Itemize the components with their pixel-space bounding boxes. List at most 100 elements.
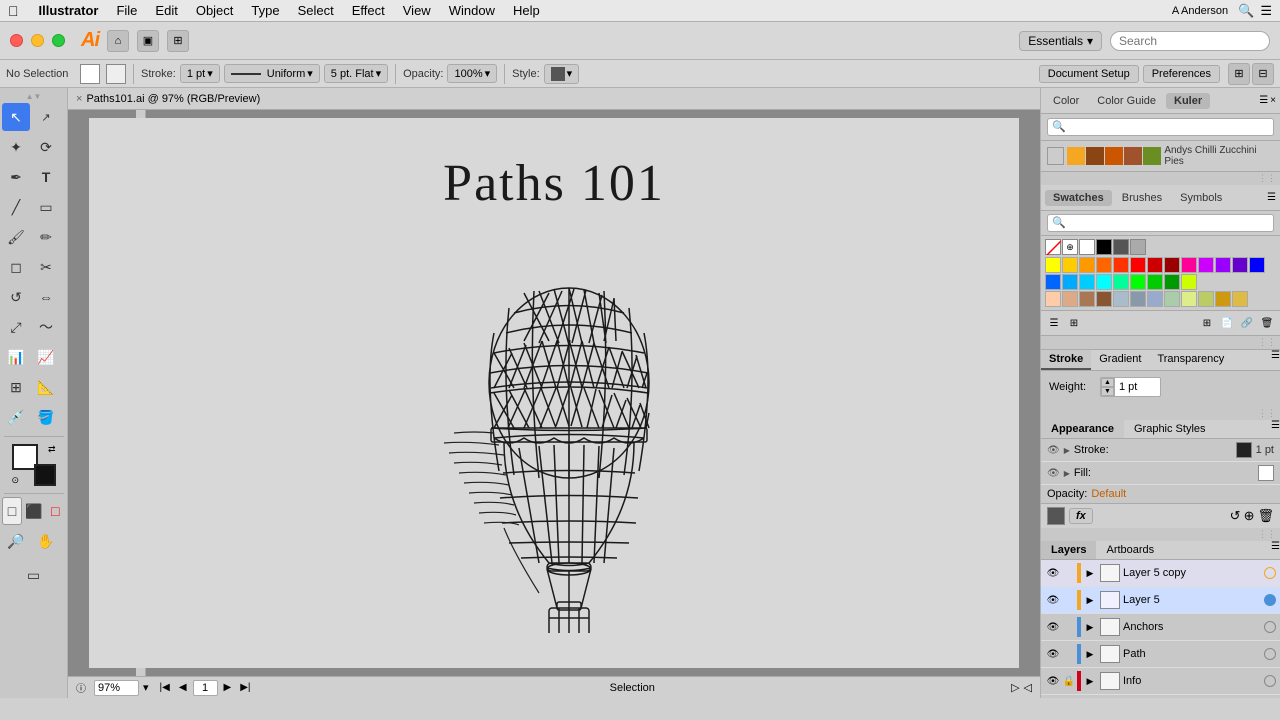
swatches-search-input[interactable] (1047, 214, 1274, 232)
swatch-amber[interactable] (1232, 291, 1248, 307)
swatch-medium-green[interactable] (1147, 274, 1163, 290)
line-tool[interactable]: ╱ (2, 193, 30, 221)
default-colors-icon[interactable]: ⊙ (12, 475, 20, 486)
layer5copy-eye-icon[interactable]: 👁 (1045, 568, 1061, 579)
tab-appearance[interactable]: Appearance (1041, 420, 1124, 438)
swatch-dark-brown[interactable] (1096, 291, 1112, 307)
first-page-button[interactable]: |◀ (157, 681, 173, 694)
swatch-cyan[interactable] (1096, 274, 1112, 290)
minimize-button[interactable] (31, 34, 44, 47)
swatch-pink[interactable] (1181, 257, 1197, 273)
anchors-expand-icon[interactable]: ▶ (1083, 622, 1097, 633)
preferences-button[interactable]: Preferences (1143, 65, 1220, 83)
tab-gradient[interactable]: Gradient (1091, 350, 1149, 370)
stroke-weight-up[interactable]: ▲ (1101, 378, 1114, 387)
layer-item-anchors[interactable]: 👁 ▶ Anchors (1041, 614, 1280, 641)
document-tab[interactable]: × Paths101.ai @ 97% (RGB/Preview) (68, 88, 1040, 110)
tab-brushes[interactable]: Brushes (1114, 190, 1170, 206)
layer5-target-circle[interactable] (1264, 594, 1276, 606)
swatch-slate[interactable] (1130, 291, 1146, 307)
menu-help[interactable]: Help (505, 1, 548, 20)
swatch-royal-blue[interactable] (1045, 274, 1061, 290)
swatch-cyan-blue[interactable] (1079, 274, 1095, 290)
grid-tool[interactable]: ⊞ (2, 373, 30, 401)
kuler-color-3[interactable] (1105, 147, 1123, 165)
swatch-white[interactable] (1079, 239, 1095, 255)
fill-visibility-icon[interactable]: 👁 (1047, 468, 1060, 479)
panel-grip[interactable]: ▲▼ (2, 92, 65, 101)
opacity-value-link[interactable]: Default (1091, 488, 1126, 500)
view-toggle-icon[interactable]: ⊞ (1228, 63, 1250, 85)
chevron-down-icon[interactable]: ▾ (143, 681, 149, 694)
fill-expand-icon[interactable]: ▶ (1064, 469, 1070, 478)
info-target-circle[interactable] (1264, 675, 1276, 687)
swatch-lightgray[interactable] (1130, 239, 1146, 255)
menu-illustrator[interactable]: Illustrator (31, 1, 107, 20)
style-dropdown[interactable]: ▾ (544, 64, 580, 84)
swatch-orange[interactable] (1096, 257, 1112, 273)
reflect-tool[interactable]: ⇔ (32, 283, 60, 311)
menu-object[interactable]: Object (188, 1, 242, 20)
anchors-target-circle[interactable] (1264, 621, 1276, 633)
path-expand-icon[interactable]: ▶ (1083, 649, 1097, 660)
search-input[interactable] (1110, 31, 1270, 51)
arrange-icon[interactable]: ▷ (1011, 681, 1019, 694)
swatch-grid-icon[interactable]: ⊞ (1065, 314, 1083, 332)
menu-window[interactable]: Window (441, 1, 503, 20)
appearance-refresh-icon[interactable]: ↺ (1230, 508, 1241, 524)
stroke-visibility-icon[interactable]: 👁 (1047, 445, 1060, 456)
swatch-violet[interactable] (1215, 257, 1231, 273)
menu-edit[interactable]: Edit (147, 1, 185, 20)
hide-panel-icon[interactable]: ◁ (1024, 681, 1032, 694)
opacity-field[interactable]: 100% ▾ (447, 64, 497, 83)
menu-file[interactable]: File (108, 1, 145, 20)
swatch-olive-green[interactable] (1198, 291, 1214, 307)
swatch-blue[interactable] (1249, 257, 1265, 273)
panel-grip-2[interactable]: ⋮⋮ (1041, 336, 1280, 349)
info-eye-icon[interactable]: 👁 (1045, 676, 1061, 687)
stroke-box[interactable] (34, 464, 56, 486)
tab-kuler[interactable]: Kuler (1166, 93, 1210, 109)
canvas-wrapper[interactable]: Paths 101 (68, 110, 1040, 676)
home-icon[interactable]: ⌂ (107, 30, 129, 52)
kuler-swatch-icon[interactable] (1047, 147, 1064, 165)
panel-grip-3[interactable]: ⋮⋮ (1041, 407, 1280, 420)
swatches-panel-menu-icon[interactable]: ☰ (1267, 192, 1276, 203)
swap-colors-icon[interactable]: ⇄ (48, 444, 56, 455)
swatch-list-icon[interactable]: ☰ (1045, 314, 1063, 332)
lasso-tool[interactable]: ⟳ (32, 133, 60, 161)
page-number-input[interactable]: 1 (193, 680, 218, 696)
panel-grip-4[interactable]: ⋮⋮ (1041, 528, 1280, 541)
swatch-indigo[interactable] (1232, 257, 1248, 273)
menu-view[interactable]: View (395, 1, 439, 20)
swatch-steel-blue[interactable] (1113, 291, 1129, 307)
stroke-panel-menu-icon[interactable]: ☰ (1271, 350, 1280, 370)
swatch-yellow-green[interactable] (1181, 291, 1197, 307)
next-page-button[interactable]: ▶ (221, 681, 235, 694)
maximize-button[interactable] (52, 34, 65, 47)
layer5-expand-icon[interactable]: ▶ (1083, 595, 1097, 606)
swatch-black[interactable] (1096, 239, 1112, 255)
tab-stroke[interactable]: Stroke (1041, 350, 1091, 370)
search-icon[interactable]: 🔍 (1238, 3, 1254, 19)
swatch-dark-red[interactable] (1147, 257, 1163, 273)
menu-effect[interactable]: Effect (344, 1, 393, 20)
stroke-color-swatch[interactable] (106, 64, 126, 84)
stroke-weight-field[interactable]: 1 pt ▾ (180, 64, 220, 83)
panel-close-icon[interactable]: × (1270, 95, 1276, 106)
info-lock-icon[interactable]: 🔒 (1061, 676, 1077, 687)
panel-grip-1[interactable]: ⋮⋮ (1041, 172, 1280, 185)
swatch-sage[interactable] (1164, 291, 1180, 307)
eyedropper-tool[interactable]: 💉 (2, 403, 30, 431)
layer5copy-target-circle[interactable] (1264, 567, 1276, 579)
tab-artboards[interactable]: Artboards (1096, 541, 1164, 559)
layer-item-info[interactable]: 👁 🔒 ▶ Info (1041, 668, 1280, 695)
swatch-orange-yellow[interactable] (1079, 257, 1095, 273)
swatch-new-icon[interactable]: 📄 (1218, 314, 1236, 332)
graph-tool[interactable]: 📊 (2, 343, 30, 371)
swatch-golden[interactable] (1215, 291, 1231, 307)
eraser-tool[interactable]: ◻ (2, 253, 30, 281)
artboard-icon[interactable]: ▣ (137, 30, 159, 52)
document-setup-button[interactable]: Document Setup (1039, 65, 1139, 83)
swatch-red[interactable] (1130, 257, 1146, 273)
